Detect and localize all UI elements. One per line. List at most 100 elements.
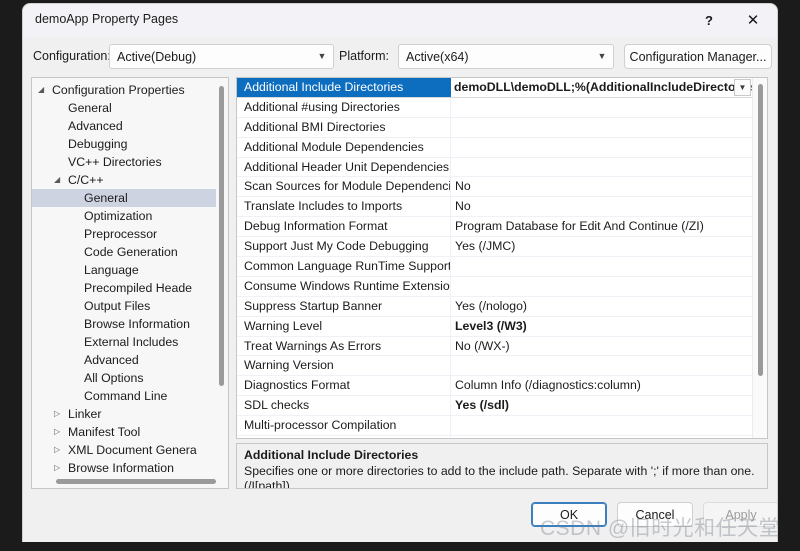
property-grid: Additional Include Directories demoDLL\de… — [237, 78, 752, 438]
tree-item[interactable]: General — [32, 99, 216, 117]
tree-item[interactable]: Manifest Tool — [32, 423, 216, 441]
tree-item[interactable]: Configuration Properties — [32, 81, 216, 99]
expander-open-icon[interactable] — [54, 171, 60, 189]
property-row[interactable]: Additional Header Unit Dependencies — [237, 157, 752, 178]
property-row[interactable]: Warning Version — [237, 356, 752, 377]
tree-item[interactable]: Output Files — [32, 297, 216, 315]
property-row[interactable]: Scan Sources for Module Dependencies No — [237, 177, 752, 198]
tree-horizontal-scrollbar-thumb[interactable] — [56, 479, 216, 484]
platform-dropdown[interactable]: Active(x64) ▼ — [398, 44, 614, 69]
tree-item[interactable]: Advanced — [32, 351, 216, 369]
property-value[interactable]: No — [451, 177, 752, 196]
property-row[interactable]: Additional BMI Directories — [237, 117, 752, 138]
tree-item-label: All Options — [84, 371, 144, 385]
tree-item-label: Output Files — [84, 299, 151, 313]
property-value[interactable] — [451, 277, 752, 296]
expander-closed-icon[interactable] — [54, 405, 60, 423]
title-bar: demoApp Property Pages ? ✕ — [23, 4, 777, 37]
tree-item[interactable]: External Includes — [32, 333, 216, 351]
property-value[interactable]: Yes (/sdl) — [451, 396, 752, 415]
property-name: Additional Module Dependencies — [237, 137, 451, 157]
property-value[interactable] — [451, 356, 752, 375]
close-icon[interactable]: ✕ — [731, 4, 775, 36]
property-value[interactable] — [451, 98, 752, 117]
tree-item-label: XML Document Genera — [68, 443, 197, 457]
tree-item[interactable]: Debugging — [32, 135, 216, 153]
configuration-dropdown[interactable]: Active(Debug) ▼ — [109, 44, 334, 69]
property-row[interactable]: Additional #using Directories — [237, 97, 752, 118]
property-row[interactable]: Common Language RunTime Support — [237, 257, 752, 277]
tree-item[interactable]: Browse Information — [32, 459, 216, 474]
tree-item[interactable]: VC++ Directories — [32, 153, 216, 171]
property-row[interactable]: Warning Level Level3 (/W3) — [237, 316, 752, 337]
property-value[interactable]: Column Info (/diagnostics:column) — [451, 376, 752, 395]
tree-item[interactable]: Advanced — [32, 117, 216, 135]
property-value[interactable] — [451, 257, 752, 276]
tree-item-label: General — [68, 101, 112, 115]
grid-vertical-scrollbar[interactable] — [752, 78, 767, 438]
tree-item-label: Preprocessor — [84, 227, 158, 241]
property-value[interactable]: Program Database for Edit And Continue (… — [451, 217, 752, 236]
description-panel: Additional Include Directories Specifies… — [236, 443, 768, 489]
property-row[interactable]: Suppress Startup Banner Yes (/nologo) — [237, 296, 752, 317]
property-grid-panel: Additional Include Directories demoDLL\de… — [236, 77, 768, 439]
tree-item[interactable]: Language — [32, 261, 216, 279]
property-name: Additional BMI Directories — [237, 117, 451, 137]
help-icon[interactable]: ? — [687, 4, 731, 36]
property-value[interactable]: No — [451, 197, 752, 216]
tree-item[interactable]: Precompiled Heade — [32, 279, 216, 297]
property-value[interactable] — [451, 138, 752, 157]
property-row[interactable]: Consume Windows Runtime Extension — [237, 276, 752, 297]
property-name: Warning Version — [237, 356, 451, 376]
expander-open-icon[interactable] — [38, 81, 44, 99]
tree-item[interactable]: XML Document Genera — [32, 441, 216, 459]
property-row[interactable]: Additional Include Directories demoDLL\de… — [237, 78, 752, 98]
property-name: Additional #using Directories — [237, 97, 451, 117]
property-value[interactable]: No (/WX-) — [451, 337, 752, 356]
tree-item[interactable]: Browse Information — [32, 315, 216, 333]
property-row[interactable]: SDL checks Yes (/sdl) — [237, 396, 752, 417]
chevron-down-icon[interactable]: ▼ — [734, 79, 751, 96]
expander-closed-icon[interactable] — [54, 441, 60, 459]
property-row[interactable]: Enable Address SanitizerNo — [237, 436, 752, 438]
tree-vertical-scrollbar-thumb[interactable] — [219, 86, 224, 386]
property-name: Suppress Startup Banner — [237, 296, 451, 316]
tree-item-label: Debugging — [68, 137, 128, 151]
property-row[interactable]: Treat Warnings As Errors No (/WX-) — [237, 336, 752, 357]
expander-closed-icon[interactable] — [54, 423, 60, 441]
property-value[interactable]: Yes (/JMC) — [451, 237, 752, 256]
tree-horizontal-scrollbar[interactable] — [34, 476, 226, 486]
tree-item[interactable]: Code Generation — [32, 243, 216, 261]
tree-item[interactable]: Preprocessor — [32, 225, 216, 243]
cancel-button[interactable]: Cancel — [617, 502, 693, 527]
properties-tree: Configuration Properties General Advanced D… — [32, 81, 216, 474]
tree-item[interactable]: C/C++ — [32, 171, 216, 189]
property-value[interactable] — [451, 118, 752, 137]
tree-item[interactable]: Optimization — [32, 207, 216, 225]
property-row[interactable]: Debug Information Format Program Database… — [237, 217, 752, 238]
expander-closed-icon[interactable] — [54, 459, 60, 474]
grid-vertical-scrollbar-thumb[interactable] — [758, 84, 763, 376]
property-value[interactable]: Yes (/nologo) — [451, 297, 752, 316]
tree-item[interactable]: Command Line — [32, 387, 216, 405]
property-value[interactable] — [451, 416, 752, 435]
tree-vertical-scrollbar[interactable] — [217, 81, 226, 472]
tree-item[interactable]: Linker — [32, 405, 216, 423]
property-name: Common Language RunTime Support — [237, 257, 451, 276]
property-row[interactable]: Diagnostics Format Column Info (/diagnost… — [237, 376, 752, 397]
property-row[interactable]: Additional Module Dependencies — [237, 137, 752, 158]
property-value[interactable] — [451, 158, 752, 177]
tree-item-label: Optimization — [84, 209, 153, 223]
property-value[interactable]: demoDLL\demoDLL;%(AdditionalIncludeDirec… — [451, 78, 752, 97]
property-name: SDL checks — [237, 396, 451, 416]
property-value[interactable]: Level3 (/W3) — [451, 317, 752, 336]
property-value[interactable]: No — [451, 436, 752, 438]
configuration-manager-button[interactable]: Configuration Manager... — [624, 44, 772, 69]
property-row[interactable]: Translate Includes to Imports No — [237, 197, 752, 218]
ok-button[interactable]: OK — [531, 502, 607, 527]
tree-item[interactable]: All Options — [32, 369, 216, 387]
tree-item[interactable]: General — [32, 189, 216, 207]
tree-item-label: C/C++ — [68, 173, 104, 187]
property-row[interactable]: Multi-processor Compilation — [237, 416, 752, 437]
property-row[interactable]: Support Just My Code Debugging Yes (/JMC) — [237, 237, 752, 258]
